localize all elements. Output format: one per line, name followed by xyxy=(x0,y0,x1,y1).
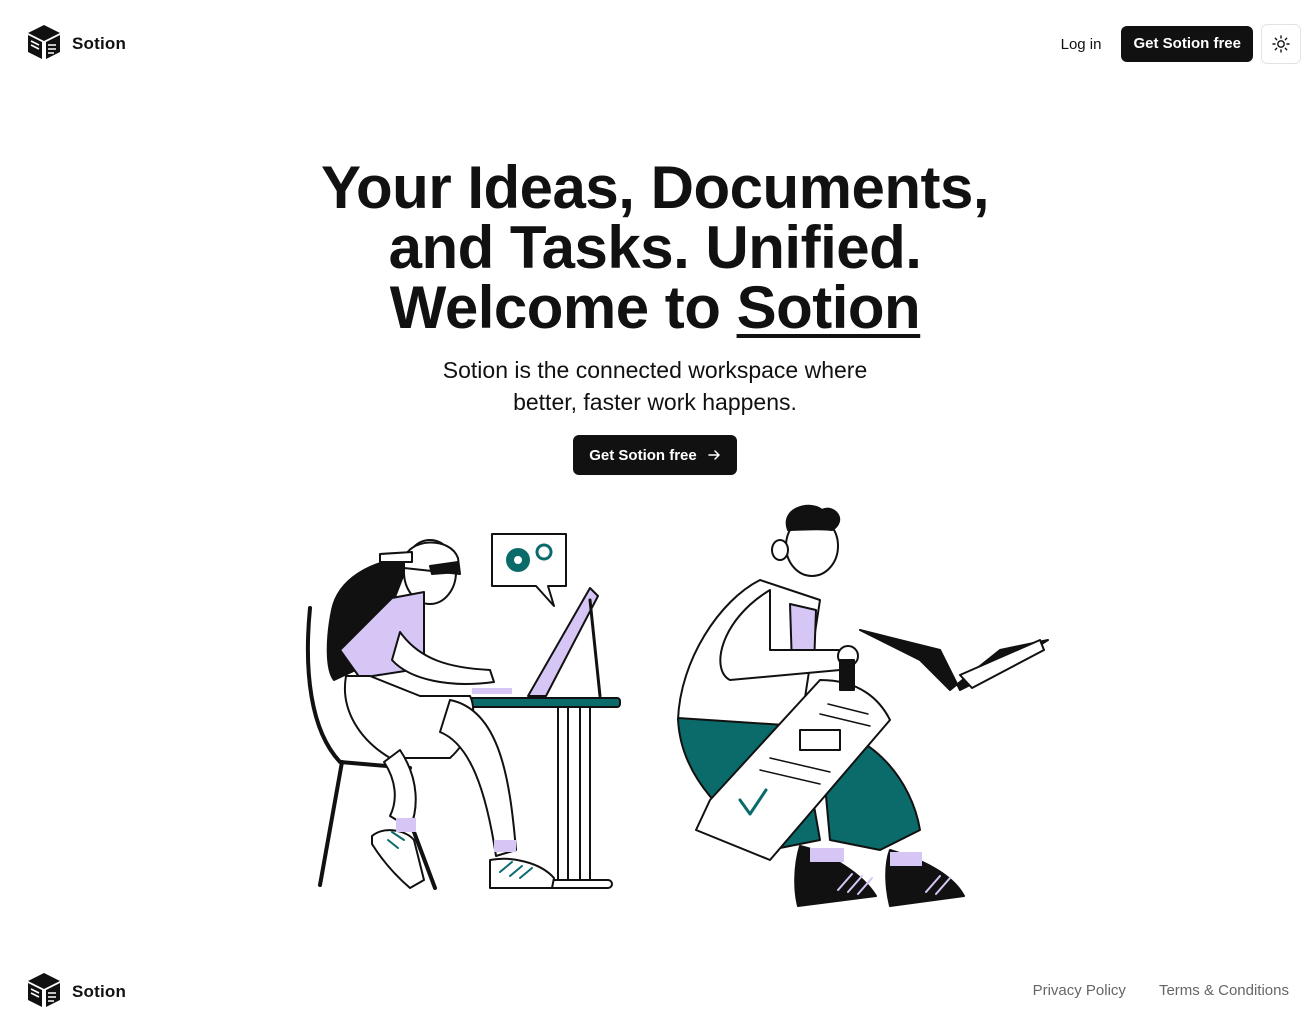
hero-illustration xyxy=(305,504,1049,907)
footer-brand-logo[interactable]: Sotion xyxy=(26,970,126,1014)
privacy-policy-link[interactable]: Privacy Policy xyxy=(1033,982,1126,999)
brand-name: Sotion xyxy=(72,34,127,53)
arrow-right-icon xyxy=(708,450,720,460)
hero-title-line-2: and Tasks. Unified. xyxy=(388,214,922,281)
logo-icon xyxy=(28,25,60,59)
theme-toggle-button[interactable] xyxy=(1261,24,1301,64)
hero-subtitle: Sotion is the connected workspace where … xyxy=(0,354,1310,418)
hero-title-prefix: Welcome to xyxy=(389,274,721,341)
login-link[interactable]: Log in xyxy=(1061,36,1102,53)
woman-at-laptop-illustration xyxy=(305,533,621,890)
hero-title: Your Ideas, Documents, and Tasks. Unifie… xyxy=(0,158,1310,338)
hero-cta-button[interactable]: Get Sotion free xyxy=(573,435,737,475)
hero-title-line-1: Your Ideas, Documents, xyxy=(320,154,990,221)
hero-subtitle-line-1: Sotion is the connected workspace where xyxy=(442,357,868,383)
brand-logo-link[interactable]: Sotion xyxy=(26,22,126,66)
footer: Sotion Privacy Policy Terms & Conditions xyxy=(0,962,1310,1022)
hero-cta-label: Get Sotion free xyxy=(589,446,697,464)
get-started-button[interactable]: Get Sotion free xyxy=(1121,26,1253,62)
hero-title-brand: Sotion xyxy=(736,274,921,341)
navbar: Sotion Log in Get Sotion free xyxy=(0,0,1310,88)
sun-icon xyxy=(1272,35,1290,53)
footer-brand-name: Sotion xyxy=(72,982,127,1001)
hero-section: Your Ideas, Documents, and Tasks. Unifie… xyxy=(0,158,1310,475)
footer-links: Privacy Policy Terms & Conditions xyxy=(1033,982,1289,999)
man-reading-document-illustration xyxy=(677,504,1049,907)
hero-title-line-3: Welcome to Sotion xyxy=(0,278,1310,338)
logo-icon xyxy=(28,973,60,1007)
terms-conditions-link[interactable]: Terms & Conditions xyxy=(1159,982,1289,999)
hero-subtitle-line-2: better, faster work happens. xyxy=(513,389,797,415)
